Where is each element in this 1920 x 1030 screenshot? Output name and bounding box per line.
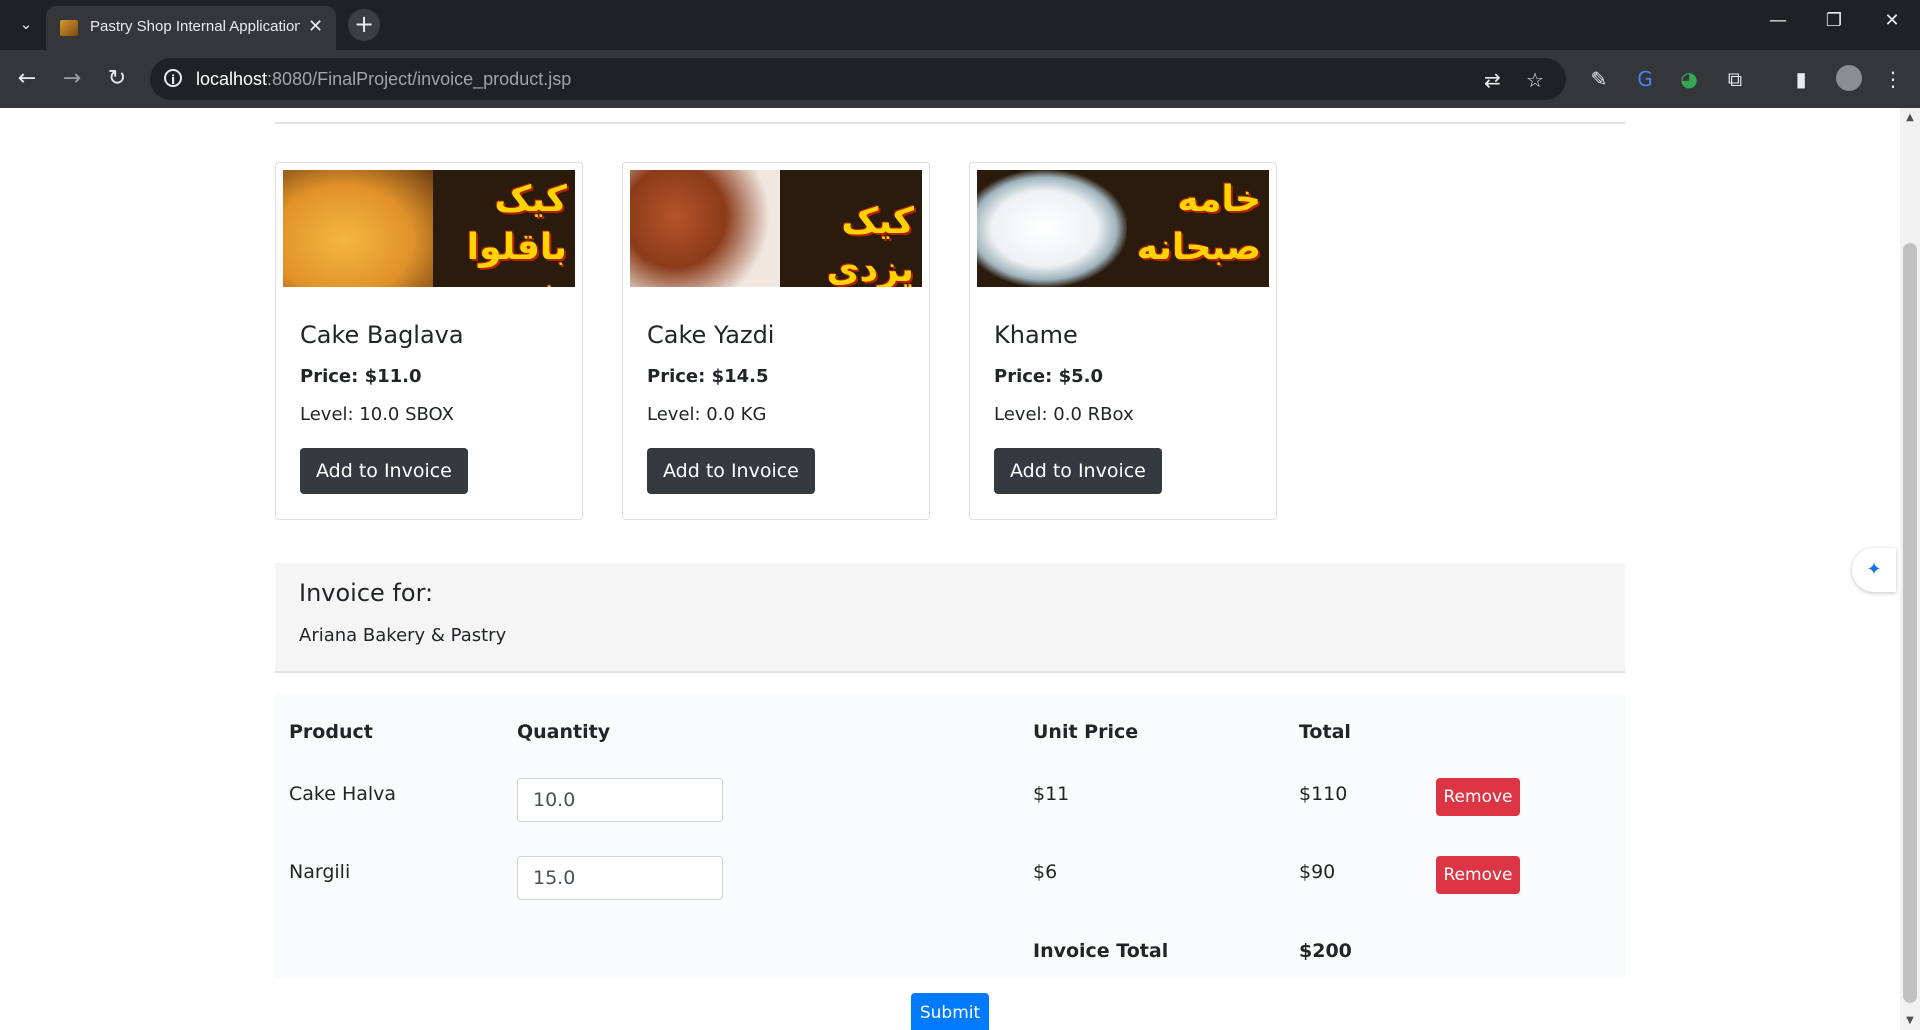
food-photo <box>977 170 1127 287</box>
translate-icon[interactable]: ⇄ <box>1484 68 1501 92</box>
browser-tab-bar: ⌄ Pastry Shop Internal Application ✕ + —… <box>0 0 1920 50</box>
product-name: Cake Yazdi <box>647 321 775 349</box>
back-icon[interactable]: ← <box>12 64 42 94</box>
product-price: Price: $5.0 <box>994 366 1103 387</box>
new-tab-button[interactable]: + <box>348 9 380 41</box>
remove-button[interactable]: Remove <box>1436 778 1520 816</box>
product-name: Cake Baglava <box>300 321 464 349</box>
food-photo <box>630 170 780 287</box>
scroll-up-icon[interactable]: ▲ <box>1900 112 1920 123</box>
invoice-table: Product Quantity Unit Price Total Cake H… <box>275 693 1625 978</box>
product-image: خامه صبحانه <box>977 170 1269 287</box>
quantity-input[interactable]: 10.0 <box>517 778 723 822</box>
scroll-thumb[interactable] <box>1903 243 1917 1003</box>
extension-color-icon[interactable]: ◕ <box>1676 66 1702 92</box>
product-price: Price: $11.0 <box>300 366 422 387</box>
tab-search-icon[interactable]: ⌄ <box>14 12 38 36</box>
product-card: کیک باقلوا شربتی Cake Baglava Price: $11… <box>275 162 583 520</box>
column-header-product: Product <box>289 721 373 743</box>
forward-icon[interactable]: → <box>57 64 87 94</box>
menu-dots-icon[interactable]: ⋮ <box>1880 66 1906 92</box>
column-header-unit-price: Unit Price <box>1033 721 1139 743</box>
favicon-icon <box>60 20 78 36</box>
restore-icon[interactable]: ❐ <box>1814 10 1854 31</box>
submit-button[interactable]: Submit <box>911 993 989 1030</box>
extensions-puzzle-icon[interactable]: ⧉ <box>1722 66 1748 92</box>
product-card: خامه صبحانه Khame Price: $5.0 Level: 0.0… <box>969 162 1277 520</box>
url-text[interactable]: localhost:8080/FinalProject/invoice_prod… <box>196 69 571 90</box>
banner-text: خامه صبحانه <box>1136 179 1261 268</box>
column-header-quantity: Quantity <box>517 721 611 743</box>
add-to-invoice-button[interactable]: Add to Invoice <box>994 448 1162 494</box>
side-panel-icon[interactable]: ▮ <box>1788 66 1814 92</box>
google-translate-icon[interactable]: G <box>1632 66 1658 92</box>
product-level: Level: 0.0 RBox <box>994 404 1134 425</box>
row-total: $90 <box>1299 861 1336 883</box>
site-info-icon[interactable]: i <box>164 69 182 87</box>
remove-button[interactable]: Remove <box>1436 856 1520 894</box>
product-price: Price: $14.5 <box>647 366 769 387</box>
close-window-icon[interactable]: ✕ <box>1872 10 1912 31</box>
product-card: کیک یزدی Cake Yazdi Price: $14.5 Level: … <box>622 162 930 520</box>
row-unit-price: $11 <box>1033 783 1070 805</box>
invoice-total-label: Invoice Total <box>1033 940 1169 962</box>
product-image: کیک یزدی <box>630 170 922 287</box>
invoice-customer: Ariana Bakery & Pastry <box>299 625 507 646</box>
scroll-down-icon[interactable]: ▼ <box>1900 1015 1920 1026</box>
column-header-total: Total <box>1299 721 1351 743</box>
divider <box>275 122 1625 124</box>
row-product: Cake Halva <box>289 783 397 805</box>
add-to-invoice-button[interactable]: Add to Invoice <box>647 448 815 494</box>
invoice-total-value: $200 <box>1299 940 1352 962</box>
tab-title: Pastry Shop Internal Application <box>90 18 300 35</box>
page-viewport: کیک باقلوا شربتی Cake Baglava Price: $11… <box>0 108 1920 1030</box>
invoice-title: Invoice for: <box>299 579 434 607</box>
bookmark-star-icon[interactable]: ☆ <box>1526 68 1544 92</box>
banner-text: کیک یزدی <box>826 201 914 287</box>
banner-text: کیک باقلوا شربتی <box>445 179 567 287</box>
profile-avatar[interactable] <box>1836 65 1862 91</box>
add-to-invoice-button[interactable]: Add to Invoice <box>300 448 468 494</box>
address-bar[interactable]: i localhost:8080/FinalProject/invoice_pr… <box>150 58 1566 100</box>
page-scrollbar[interactable]: ▲ ▼ <box>1900 108 1920 1030</box>
row-unit-price: $6 <box>1033 861 1058 883</box>
tab-close-icon[interactable]: ✕ <box>308 16 323 38</box>
product-image: کیک باقلوا شربتی <box>283 170 575 287</box>
eyedropper-icon[interactable]: ✎ <box>1586 66 1612 92</box>
product-level: Level: 10.0 SBOX <box>300 404 454 425</box>
row-total: $110 <box>1299 783 1348 805</box>
assistant-sparkle-icon[interactable]: ✦ <box>1852 548 1896 592</box>
quantity-input[interactable]: 15.0 <box>517 856 723 900</box>
product-name: Khame <box>994 321 1078 349</box>
row-product: Nargili <box>289 861 351 883</box>
invoice-header: Invoice for: Ariana Bakery & Pastry <box>275 563 1625 673</box>
food-photo <box>283 170 433 287</box>
browser-toolbar: ← → ↻ i localhost:8080/FinalProject/invo… <box>0 50 1920 108</box>
minimize-icon[interactable]: — <box>1758 10 1798 31</box>
reload-icon[interactable]: ↻ <box>102 64 132 94</box>
product-level: Level: 0.0 KG <box>647 404 767 425</box>
browser-tab[interactable]: Pastry Shop Internal Application ✕ <box>46 6 336 50</box>
